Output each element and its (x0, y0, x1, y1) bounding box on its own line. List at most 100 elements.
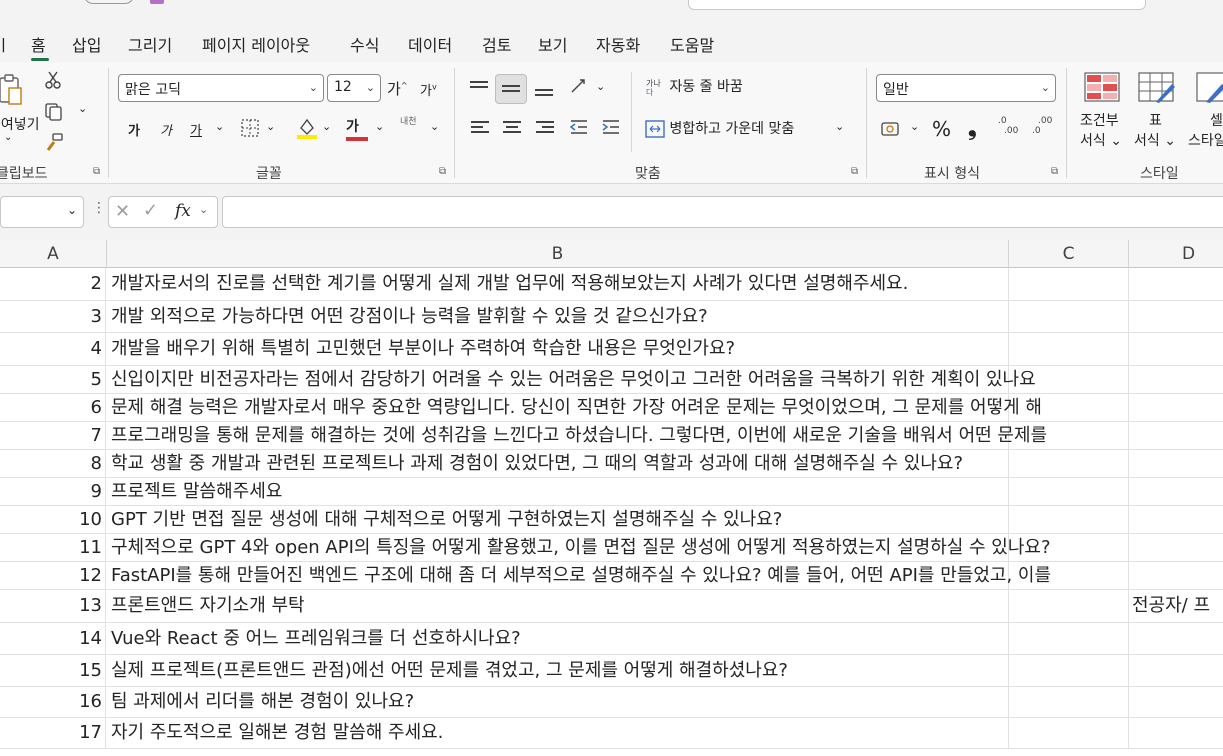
cell-a[interactable]: 6 (0, 394, 106, 421)
grow-font-button[interactable]: 가^ (387, 78, 408, 99)
paste-label[interactable]: 붙여넣기 (0, 114, 40, 134)
number-launcher-icon[interactable]: ⧉ (1051, 166, 1058, 177)
conditional-formatting-label[interactable]: 서식 ⌄ (1080, 130, 1122, 150)
enter-icon[interactable]: ✓ (143, 200, 158, 221)
cell-b[interactable]: 팀 과제에서 리더를 해본 경험이 있나요? (107, 687, 1223, 717)
cell-b[interactable]: 신입이지만 비전공자라는 점에서 감당하기 어려울 수 있는 어려움은 무엇이고… (107, 366, 1223, 393)
tab-file-edge[interactable]: ㅣ (0, 32, 11, 56)
phonetic-button[interactable]: 내천 (400, 117, 417, 127)
search-box[interactable] (688, 0, 1146, 10)
align-left-icon[interactable] (471, 118, 489, 136)
cell-a[interactable]: 12 (0, 562, 106, 589)
cell-b[interactable]: 개발을 배우기 위해 특별히 고민했던 부분이나 주력하여 학습한 내용은 무엇… (107, 333, 1223, 365)
merge-center-button[interactable]: 병합하고 가운데 맞춤 (645, 118, 794, 138)
fill-color-icon[interactable] (296, 116, 318, 144)
cell-a[interactable]: 4 (0, 333, 106, 365)
font-name-dropdown[interactable]: 맑은 고딕 ⌄ (118, 74, 324, 102)
cell-a[interactable]: 11 (0, 534, 106, 561)
borders-chevron-icon[interactable]: ⌄ (266, 120, 275, 133)
column-header-b[interactable]: B (107, 240, 1009, 268)
increase-indent-icon[interactable] (601, 118, 621, 140)
orientation-chevron-icon[interactable]: ⌄ (596, 80, 605, 93)
autosave-toggle[interactable] (84, 0, 134, 4)
formula-input[interactable] (222, 196, 1223, 228)
cell-b[interactable]: 학교 생활 중 개발과 관련된 프로젝트나 과제 경험이 있었다면, 그 때의 … (107, 450, 1223, 477)
cell-b[interactable]: GPT 기반 면접 질문 생성에 대해 구체적으로 어떻게 구현하였는지 설명해… (107, 506, 1223, 533)
cell-styles-icon[interactable] (1196, 72, 1223, 108)
cell-a[interactable]: 13 (0, 590, 106, 622)
cell-a[interactable]: 17 (0, 718, 106, 748)
font-color-chevron-icon[interactable]: ⌄ (375, 120, 384, 133)
cell-b[interactable]: 프로젝트 말씀해주세요 (107, 478, 1223, 505)
cell-a[interactable]: 7 (0, 422, 106, 449)
copy-chevron-icon[interactable]: ⌄ (78, 102, 87, 115)
conditional-formatting-label-top[interactable]: 조건부 (1080, 110, 1119, 130)
cell-b[interactable]: 프로그래밍을 통해 문제를 해결하는 것에 성취감을 느낀다고 하셨습니다. 그… (107, 422, 1223, 449)
clipboard-launcher-icon[interactable]: ⧉ (93, 166, 100, 177)
more-options-icon[interactable]: ⋮ (92, 200, 106, 216)
cell-a[interactable]: 9 (0, 478, 106, 505)
align-bottom-icon[interactable] (535, 86, 553, 99)
tab-review[interactable]: 검토 (482, 32, 511, 56)
font-color-button[interactable]: 가 (346, 116, 368, 141)
fill-color-chevron-icon[interactable]: ⌄ (322, 120, 331, 133)
cancel-icon[interactable]: ✕ (115, 201, 130, 222)
cell-a[interactable]: 3 (0, 301, 106, 332)
bold-button[interactable]: 가 (128, 120, 140, 139)
align-top-icon[interactable] (470, 78, 488, 91)
cell-b[interactable]: 개발자로서의 진로를 선택한 계기를 어떻게 실제 개발 업무에 적용해보았는지… (107, 268, 1223, 300)
cell-styles-label-bottom[interactable]: 스타일 (1188, 130, 1223, 150)
tab-help[interactable]: 도움말 (670, 32, 714, 56)
decrease-decimal-button[interactable]: .00 .0 (1032, 116, 1052, 136)
wrap-text-button[interactable]: 가나 다 자동 줄 바꿈 (645, 76, 743, 97)
number-format-dropdown[interactable]: 일반 ⌄ (876, 74, 1056, 102)
cell-a[interactable]: 2 (0, 268, 106, 300)
format-painter-icon[interactable] (44, 132, 64, 156)
column-header-d[interactable]: D (1129, 240, 1223, 268)
underline-button[interactable]: 가 (190, 120, 202, 139)
comma-button[interactable]: ❟ (968, 116, 977, 141)
increase-decimal-button[interactable]: .0 .00 (998, 116, 1018, 136)
borders-icon[interactable] (240, 118, 260, 142)
tab-formulas[interactable]: 수식 (350, 32, 379, 56)
tab-data[interactable]: 데이터 (408, 32, 452, 56)
cell-b[interactable]: 문제 해결 능력은 개발자로서 매우 중요한 역량입니다. 당신이 직면한 가장… (107, 394, 1223, 421)
chevron-down-icon[interactable]: ⌄ (199, 203, 208, 216)
cell-b[interactable]: 구체적으로 GPT 4와 open API의 특징을 어떻게 활용했고, 이를 … (107, 534, 1223, 561)
decrease-indent-icon[interactable] (569, 118, 589, 140)
paste-chevron-icon[interactable]: ⌄ (4, 132, 12, 143)
tab-view[interactable]: 보기 (538, 32, 567, 56)
accounting-format-icon[interactable] (880, 120, 904, 142)
align-right-icon[interactable] (536, 118, 554, 136)
cell-a[interactable]: 5 (0, 366, 106, 393)
percent-button[interactable]: % (932, 117, 951, 141)
column-header-a[interactable]: A (0, 240, 107, 268)
cell-b[interactable]: 자기 주도적으로 일해본 경험 말씀해 주세요. (107, 718, 1223, 748)
cell-b[interactable]: 개발 외적으로 가능하다면 어떤 강점이나 능력을 발휘할 수 있을 것 같으신… (107, 301, 1223, 332)
cell-b[interactable]: 프론트앤드 자기소개 부탁 (107, 590, 1127, 622)
italic-button[interactable]: 가 (160, 120, 172, 139)
phonetic-chevron-icon[interactable]: ⌄ (430, 120, 439, 133)
cell-b[interactable]: Vue와 React 중 어느 프레임워크를 더 선호하시나요? (107, 623, 1223, 654)
merge-chevron-icon[interactable]: ⌄ (835, 120, 844, 133)
accounting-chevron-icon[interactable]: ⌄ (910, 120, 919, 133)
underline-chevron-icon[interactable]: ⌄ (215, 120, 224, 133)
orientation-icon[interactable] (568, 76, 590, 100)
font-size-dropdown[interactable]: 12 ⌄ (327, 74, 381, 102)
insert-function-button[interactable]: fx (175, 201, 191, 221)
tab-home[interactable]: 홈 (31, 32, 46, 56)
tab-page-layout[interactable]: 페이지 레이아웃 (202, 32, 310, 56)
tab-automate[interactable]: 자동화 (596, 32, 640, 56)
tab-draw[interactable]: 그리기 (128, 32, 172, 56)
cell-a[interactable]: 10 (0, 506, 106, 533)
paste-icon[interactable] (0, 72, 24, 112)
cell-b[interactable]: FastAPI를 통해 만들어진 백엔드 구조에 대해 좀 더 세부적으로 설명… (107, 562, 1223, 589)
cell-styles-label-top[interactable]: 셀 (1210, 110, 1223, 130)
name-box[interactable]: ⌄ (0, 196, 84, 228)
cell-a[interactable]: 8 (0, 450, 106, 477)
alignment-launcher-icon[interactable]: ⧉ (851, 166, 858, 177)
cell-a[interactable]: 16 (0, 687, 106, 717)
cell-a[interactable]: 15 (0, 655, 106, 686)
conditional-formatting-icon[interactable] (1084, 72, 1120, 106)
align-center-icon[interactable] (503, 118, 521, 136)
